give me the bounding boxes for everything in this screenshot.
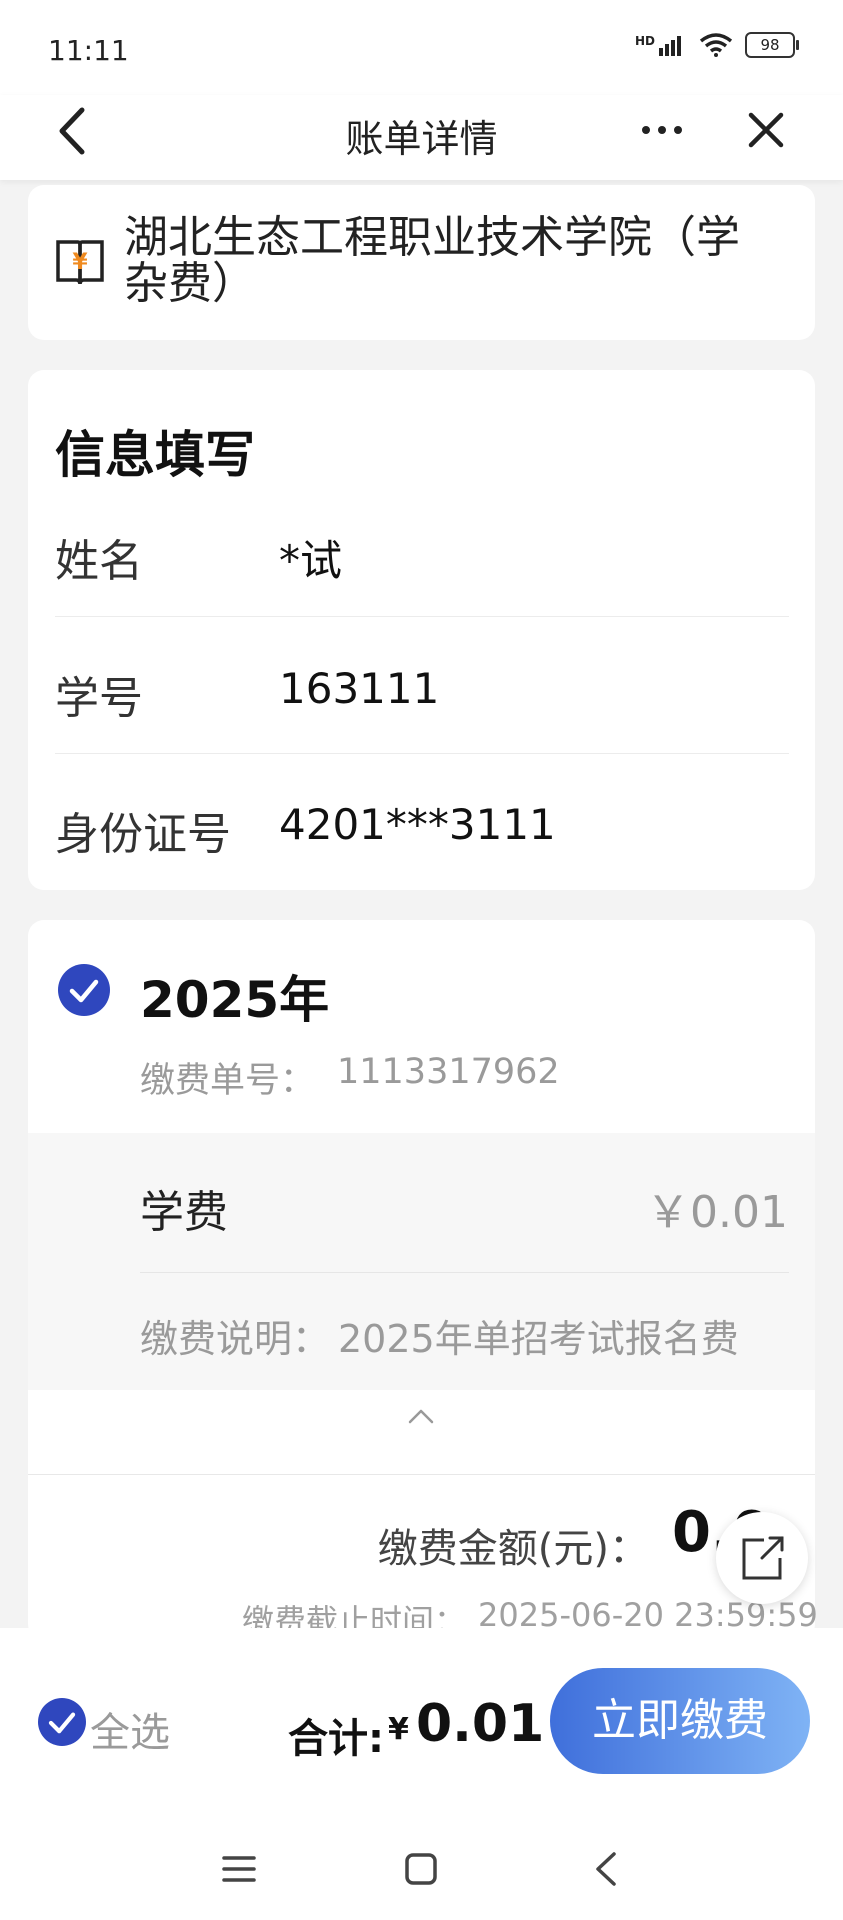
order-number-value: 1113317962 <box>337 1052 560 1092</box>
battery-icon: 98 <box>745 32 799 58</box>
signal-icon: HD <box>635 34 687 56</box>
status-icons: HD 98 <box>635 32 799 58</box>
total-divider <box>28 1474 815 1475</box>
student-id-label: 学号 <box>55 673 143 724</box>
fee-divider <box>140 1272 789 1273</box>
id-card-label: 身份证号 <box>55 809 231 860</box>
book-fee-icon: ¥ <box>56 240 104 285</box>
sum-label: 合计: <box>288 1716 384 1762</box>
nav-back-icon[interactable] <box>592 1850 620 1888</box>
fee-item-name: 学费 <box>140 1187 228 1238</box>
fee-description-value: 2025年单招考试报名费 <box>338 1317 739 1361</box>
share-button[interactable] <box>716 1512 808 1604</box>
fee-item-amount: ￥0.01 <box>646 1187 788 1238</box>
wifi-icon <box>699 33 733 57</box>
share-external-icon <box>742 1536 784 1580</box>
select-all-label[interactable]: 全选 <box>90 1700 170 1758</box>
signal-hd-label: HD <box>634 34 655 48</box>
name-value: *试 <box>279 536 343 585</box>
close-icon[interactable] <box>746 108 786 152</box>
fee-description-label: 缴费说明： <box>140 1317 331 1361</box>
row-divider <box>55 616 789 617</box>
info-section-title: 信息填写 <box>55 426 255 484</box>
order-number-label: 缴费单号： <box>140 1061 316 1101</box>
total-amount-label: 缴费金额(元)： <box>377 1526 649 1572</box>
book-fee-glyph: ¥ <box>72 250 88 275</box>
select-all-checkbox-icon[interactable] <box>38 1698 86 1746</box>
page-title: 账单详情 <box>345 117 498 161</box>
pay-now-button[interactable]: 立即缴费 <box>550 1668 810 1774</box>
status-time: 11:11 <box>48 34 129 67</box>
home-square-icon[interactable] <box>404 1852 438 1886</box>
bill-checkbox-checked-icon[interactable] <box>58 964 110 1016</box>
bill-year: 2025年 <box>140 971 330 1029</box>
more-dots-icon[interactable] <box>640 112 684 148</box>
chevron-up-icon[interactable] <box>406 1406 436 1426</box>
sum-value: 0.01 <box>416 1694 545 1754</box>
menu-icon[interactable] <box>222 1854 256 1884</box>
name-label: 姓名 <box>55 536 143 587</box>
sum-currency: ¥ <box>388 1712 409 1747</box>
row-divider <box>55 753 789 754</box>
id-card-value: 4201***3111 <box>279 800 556 849</box>
student-id-value: 163111 <box>279 664 440 713</box>
school-name: 湖北生态工程职业技术学院（学杂费） <box>124 212 740 309</box>
